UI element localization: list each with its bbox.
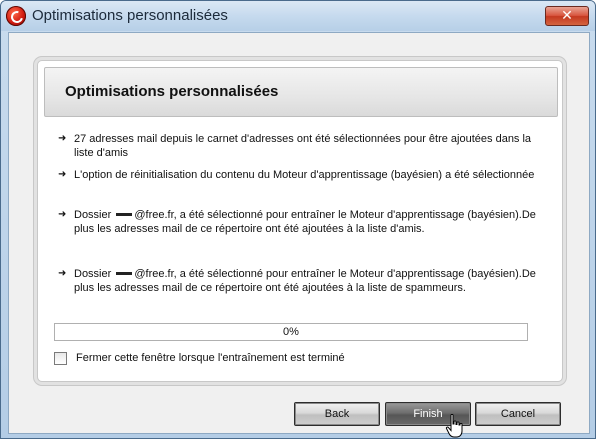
- redacted-name: [116, 271, 133, 275]
- wizard-window: Optimisations personnalisées ✕ Optimisat…: [0, 0, 596, 439]
- arrow-right-icon: ➜: [58, 169, 67, 180]
- folder-prefix: Dossier: [74, 209, 112, 221]
- folder-description: @free.fr, a été sélectionné pour entraîn…: [74, 268, 536, 294]
- app-logo-icon: [6, 6, 26, 26]
- close-icon: ✕: [561, 7, 573, 23]
- panel-title: Optimisations personnalisées: [65, 83, 279, 100]
- window-title: Optimisations personnalisées: [32, 7, 228, 24]
- list-item-text: Dossier @free.fr, a été sélectionné pour…: [74, 267, 538, 295]
- back-button[interactable]: Back: [294, 402, 380, 426]
- list-item: ➜ 27 adresses mail depuis le carnet d'ad…: [58, 132, 538, 160]
- panel-header: Optimisations personnalisées: [44, 67, 558, 117]
- list-item-text: Dossier @free.fr, a été sélectionné pour…: [74, 208, 538, 236]
- close-when-done-checkbox[interactable]: [54, 352, 67, 365]
- arrow-right-icon: ➜: [58, 268, 67, 279]
- list-item: ➜ Dossier @free.fr, a été sélectionné po…: [58, 267, 538, 295]
- folder-prefix: Dossier: [74, 268, 112, 280]
- folder-description: @free.fr, a été sélectionné pour entraîn…: [74, 209, 536, 235]
- training-progress-bar: 0%: [54, 323, 528, 341]
- arrow-right-icon: ➜: [58, 133, 67, 144]
- hand-pointer-cursor: [445, 414, 463, 438]
- content-panel: Optimisations personnalisées ➜ 27 adress…: [37, 60, 563, 382]
- cancel-button[interactable]: Cancel: [475, 402, 561, 426]
- list-item-text: L'option de réinitialisation du contenu …: [74, 169, 535, 181]
- close-button[interactable]: ✕: [545, 6, 589, 26]
- list-item: ➜ L'option de réinitialisation du conten…: [58, 168, 538, 182]
- checkbox-label[interactable]: Fermer cette fenêtre lorsque l'entraînem…: [76, 352, 345, 364]
- title-bar[interactable]: Optimisations personnalisées ✕: [1, 1, 595, 31]
- progress-label: 0%: [283, 326, 299, 338]
- client-area: Optimisations personnalisées ➜ 27 adress…: [8, 32, 590, 434]
- list-item: ➜ Dossier @free.fr, a été sélectionné po…: [58, 208, 538, 236]
- redacted-name: [116, 212, 133, 216]
- arrow-right-icon: ➜: [58, 209, 67, 220]
- list-item-text: 27 adresses mail depuis le carnet d'adre…: [74, 133, 532, 159]
